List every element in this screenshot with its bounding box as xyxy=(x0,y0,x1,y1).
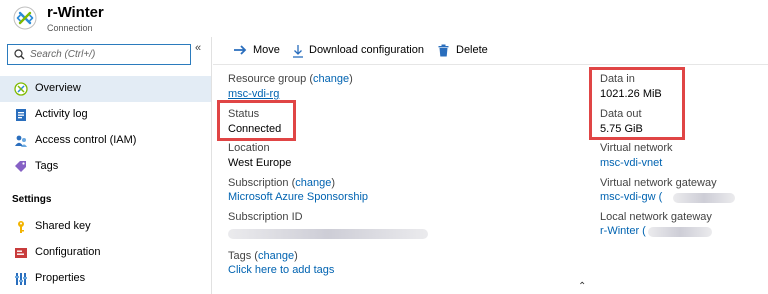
virtual-network-gateway-value[interactable]: msc-vdi-gw ( xyxy=(600,191,662,203)
change-resource-group-link[interactable]: change xyxy=(313,73,349,85)
change-subscription-link[interactable]: change xyxy=(295,177,331,189)
tags-label: Tags (change) xyxy=(228,250,298,262)
collapse-essentials-icon[interactable]: ⌃ xyxy=(578,281,586,292)
nav-item-overview[interactable]: Overview xyxy=(0,76,211,102)
overview-icon xyxy=(14,82,28,96)
nav-item-label: Shared key xyxy=(35,220,91,232)
nav-item-label: Configuration xyxy=(35,246,101,258)
data-transfer-highlight xyxy=(589,67,685,140)
change-tags-link[interactable]: change xyxy=(258,250,294,262)
nav-item-access-control[interactable]: Access control (IAM) xyxy=(0,128,211,154)
nav-item-properties[interactable]: Properties xyxy=(0,266,211,292)
local-network-gateway-value[interactable]: r-Winter ( xyxy=(600,225,646,237)
download-label: Download configuration xyxy=(309,44,424,56)
search-icon xyxy=(14,49,25,60)
add-tags-link[interactable]: Click here to add tags xyxy=(228,264,334,276)
activity-log-icon xyxy=(16,109,26,121)
subscription-label: Subscription (change) xyxy=(228,177,336,189)
nav-item-activity-log[interactable]: Activity log xyxy=(0,102,211,128)
virtual-network-label: Virtual network xyxy=(600,142,673,154)
nav-item-label: Access control (IAM) xyxy=(35,134,137,146)
redacted-gateway-ip xyxy=(673,193,735,203)
nav-item-label: Activity log xyxy=(35,108,88,120)
local-network-gateway-label: Local network gateway xyxy=(600,211,712,223)
resource-group-label: Resource group (change) xyxy=(228,73,353,85)
search-input[interactable] xyxy=(30,47,186,62)
resource-title: r-Winter xyxy=(47,4,104,21)
resource-type: Connection xyxy=(47,23,93,33)
configuration-icon xyxy=(15,248,27,258)
collapse-menu-button[interactable]: « xyxy=(195,42,201,54)
subscription-value[interactable]: Microsoft Azure Sponsorship xyxy=(228,191,368,203)
trash-icon xyxy=(438,44,449,57)
tag-icon xyxy=(15,161,26,172)
subscription-label-text: Subscription xyxy=(228,177,289,189)
nav-item-tags[interactable]: Tags xyxy=(0,154,211,180)
nav-item-label: Tags xyxy=(35,160,59,172)
download-configuration-button[interactable]: Download configuration xyxy=(292,43,432,59)
command-bar: Move Download configuration Delete xyxy=(213,37,768,65)
resource-menu: « Overview Activity log xyxy=(0,37,212,294)
settings-heading: Settings xyxy=(12,194,52,205)
move-button[interactable]: Move xyxy=(233,43,293,59)
redacted-subscription-id xyxy=(228,229,428,239)
subscription-id-label: Subscription ID xyxy=(228,211,303,223)
nav-item-shared-key[interactable]: Shared key xyxy=(0,214,211,240)
iam-icon xyxy=(15,135,27,147)
virtual-network-gateway-label: Virtual network gateway xyxy=(600,177,717,189)
tags-label-text: Tags xyxy=(228,250,252,262)
location-value: West Europe xyxy=(228,157,292,169)
search-box[interactable] xyxy=(7,44,191,65)
key-icon xyxy=(18,221,24,233)
nav-item-label: Properties xyxy=(35,272,86,284)
download-icon xyxy=(293,45,303,58)
arrow-right-icon xyxy=(234,45,247,55)
connection-icon xyxy=(13,6,37,30)
redacted-local-gateway-ip xyxy=(648,227,712,237)
nav-item-label: Overview xyxy=(35,82,81,94)
blade-header: r-Winter Connection xyxy=(0,0,768,36)
resource-group-value[interactable]: msc-vdi-rg xyxy=(228,88,279,100)
status-highlight xyxy=(217,100,296,141)
nav-item-configuration[interactable]: Configuration xyxy=(0,240,211,266)
move-label: Move xyxy=(253,44,280,56)
location-label: Location xyxy=(228,142,270,154)
azure-connection-blade: r-Winter Connection « Overview xyxy=(0,0,768,294)
properties-icon xyxy=(15,273,27,285)
resource-group-label-text: Resource group xyxy=(228,73,307,85)
virtual-network-value[interactable]: msc-vdi-vnet xyxy=(600,157,662,169)
delete-button[interactable]: Delete xyxy=(438,43,498,59)
delete-label: Delete xyxy=(456,44,488,56)
